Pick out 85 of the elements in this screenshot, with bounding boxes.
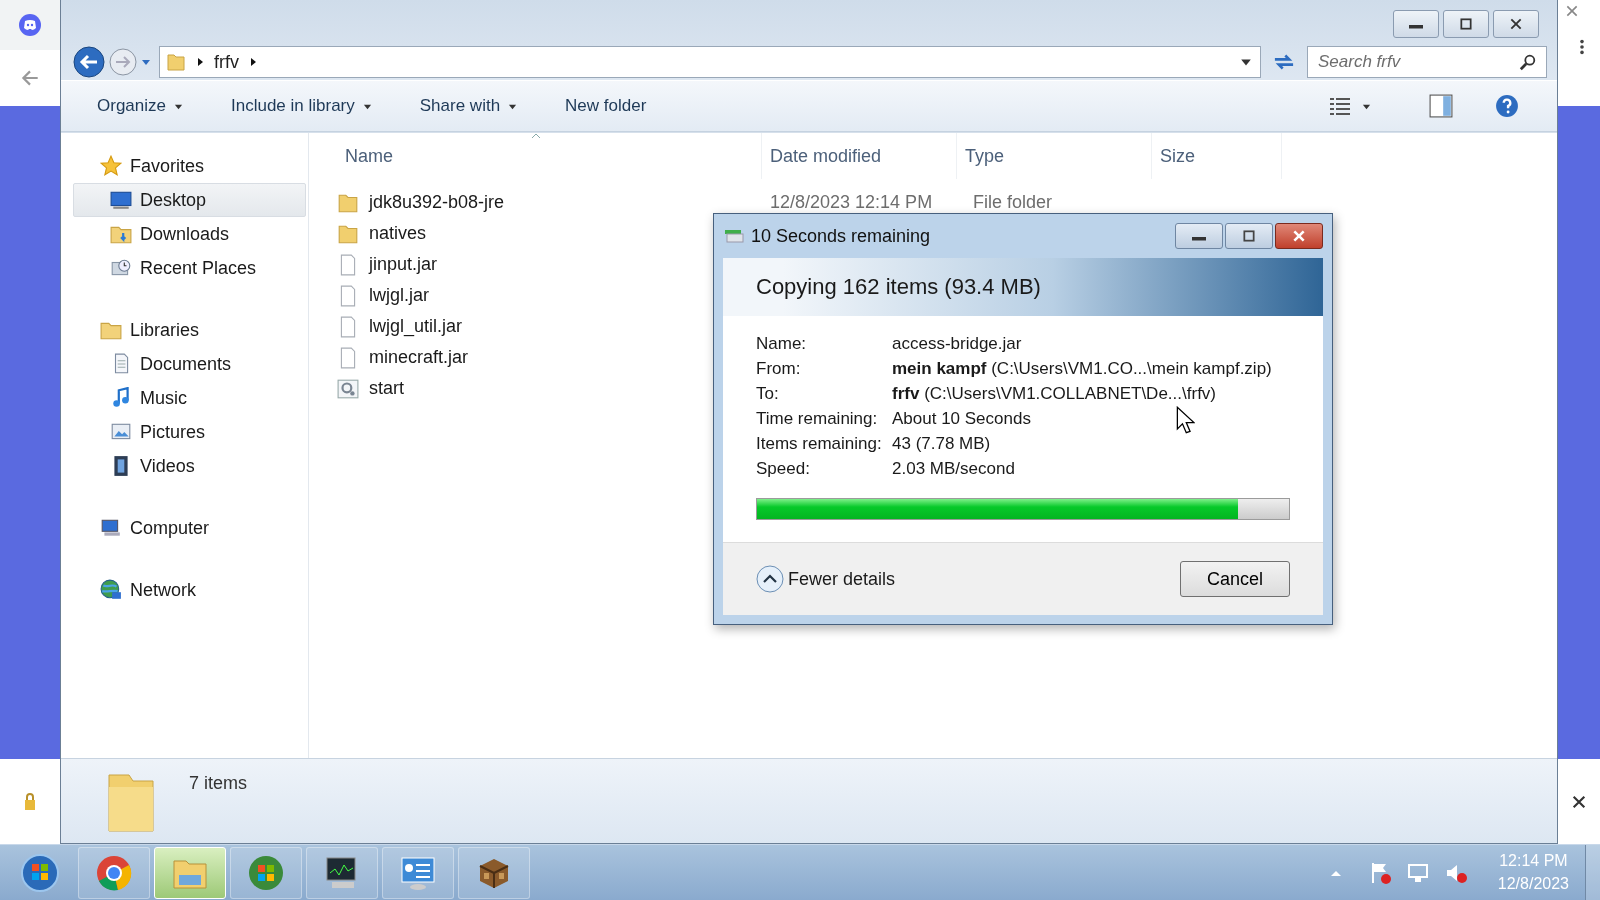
view-options-icon[interactable] — [1328, 96, 1352, 116]
monitor-icon — [110, 189, 132, 211]
field-value: frfv (C:\Users\VM1.COLLABNET\De...\frfv) — [892, 384, 1216, 404]
music-note-icon — [110, 387, 132, 409]
close-icon[interactable] — [1571, 793, 1587, 810]
item-count: 7 items — [189, 773, 248, 794]
column-header[interactable]: Size — [1152, 133, 1282, 179]
globe-icon — [100, 579, 122, 601]
chat-app-icon[interactable] — [18, 13, 42, 37]
field-label: Items remaining: — [756, 434, 882, 454]
type-cell-text: File folder — [972, 192, 1054, 213]
maximize-button[interactable] — [1443, 10, 1489, 38]
history-dropdown-icon[interactable] — [141, 57, 151, 67]
close-button[interactable] — [1493, 10, 1539, 38]
minimize-icon — [1192, 237, 1206, 241]
computer-icon — [100, 517, 122, 539]
field-value: About 10 Seconds — [892, 409, 1031, 429]
address-bar[interactable]: frfv — [159, 46, 1261, 78]
nav-item[interactable]: Downloads — [73, 217, 306, 251]
back-button[interactable] — [73, 46, 105, 78]
column-header[interactable]: Name — [337, 133, 762, 179]
nav-item[interactable]: Pictures — [73, 415, 306, 449]
star-icon — [100, 155, 122, 177]
chevron-up-icon — [756, 565, 784, 593]
field-value: 43 (7.78 MB) — [892, 434, 991, 454]
folder-icon — [166, 52, 186, 72]
file-name[interactable]: minecraft.jar — [369, 347, 469, 368]
file-name[interactable]: lwjgl.jar — [369, 285, 429, 306]
file-name[interactable]: jdk8u392-b08-jre — [369, 192, 505, 213]
date-cell-text: 12/8/2023 12:14 PM — [769, 192, 934, 213]
file-name[interactable]: start — [369, 378, 404, 399]
field-value: 2.03 MB/second — [892, 459, 1015, 479]
maximize-icon — [1459, 17, 1473, 31]
field-label: To: — [756, 384, 779, 404]
minimize-button[interactable] — [1393, 10, 1439, 38]
nav-item[interactable]: Favorites — [73, 149, 306, 183]
nav-item[interactable]: Recent Places — [73, 251, 306, 285]
search-icon[interactable] — [1519, 53, 1537, 71]
more-options-icon[interactable] — [1579, 38, 1585, 56]
maximize-button[interactable] — [1225, 223, 1273, 249]
field-label: Speed: — [756, 459, 810, 479]
file-name[interactable]: natives — [369, 223, 427, 244]
taskbar-button[interactable] — [306, 846, 378, 899]
fewer-details-toggle[interactable]: Fewer details — [756, 565, 896, 593]
close-icon — [1509, 17, 1523, 31]
minimize-icon — [1409, 25, 1423, 29]
dialog-title: 10 Seconds remaining — [751, 225, 931, 247]
taskbar-button[interactable] — [458, 846, 530, 899]
search-field[interactable]: Search frfv — [1307, 46, 1547, 78]
lock-icon — [23, 791, 37, 812]
nav-item[interactable]: Desktop — [73, 183, 306, 217]
nav-item[interactable]: Libraries — [73, 313, 306, 347]
nav-item[interactable]: Documents — [73, 347, 306, 381]
column-header[interactable]: Date modified — [762, 133, 957, 179]
cancel-button[interactable]: Cancel — [1180, 561, 1290, 597]
nav-item[interactable]: Videos — [73, 449, 306, 483]
toolbar-button[interactable]: Organize — [85, 92, 195, 120]
field-value: access-bridge.jar — [892, 334, 1022, 354]
nav-item[interactable]: Music — [73, 381, 306, 415]
close-icon — [1292, 229, 1306, 243]
chevron-right-icon[interactable] — [196, 57, 204, 67]
nav-item[interactable]: Network — [73, 573, 306, 607]
maximize-icon — [1242, 229, 1256, 243]
toolbar-button[interactable]: Include in library — [219, 92, 384, 120]
file-name[interactable]: lwjgl_util.jar — [369, 316, 463, 337]
minimize-button[interactable] — [1175, 223, 1223, 249]
field-label: From: — [756, 359, 801, 379]
toolbar-button[interactable]: New folder — [553, 92, 659, 120]
close-button[interactable] — [1275, 223, 1323, 249]
help-icon[interactable] — [1495, 94, 1519, 118]
file-name[interactable]: jinput.jar — [369, 254, 438, 275]
toolbar-button[interactable]: Share with — [407, 92, 530, 120]
preview-pane-icon[interactable] — [1429, 94, 1453, 118]
mouse-cursor-icon — [1175, 406, 1195, 434]
dialog-heading: Copying 162 items (93.4 MB) — [756, 274, 1041, 300]
chevron-right-icon[interactable] — [249, 57, 257, 67]
nav-item[interactable]: Computer — [73, 511, 306, 545]
field-value: mein kampf (C:\Users\VM1.CO...\mein kampf.zip) — [892, 359, 1272, 379]
copy-files-icon — [723, 228, 745, 244]
column-header[interactable]: Type — [957, 133, 1152, 179]
field-label: Time remaining: — [756, 409, 878, 429]
field-label: Name: — [756, 334, 807, 354]
start-orb-icon — [20, 852, 60, 893]
breadcrumb[interactable]: frfv — [214, 51, 239, 73]
gear-file-icon — [337, 377, 359, 400]
